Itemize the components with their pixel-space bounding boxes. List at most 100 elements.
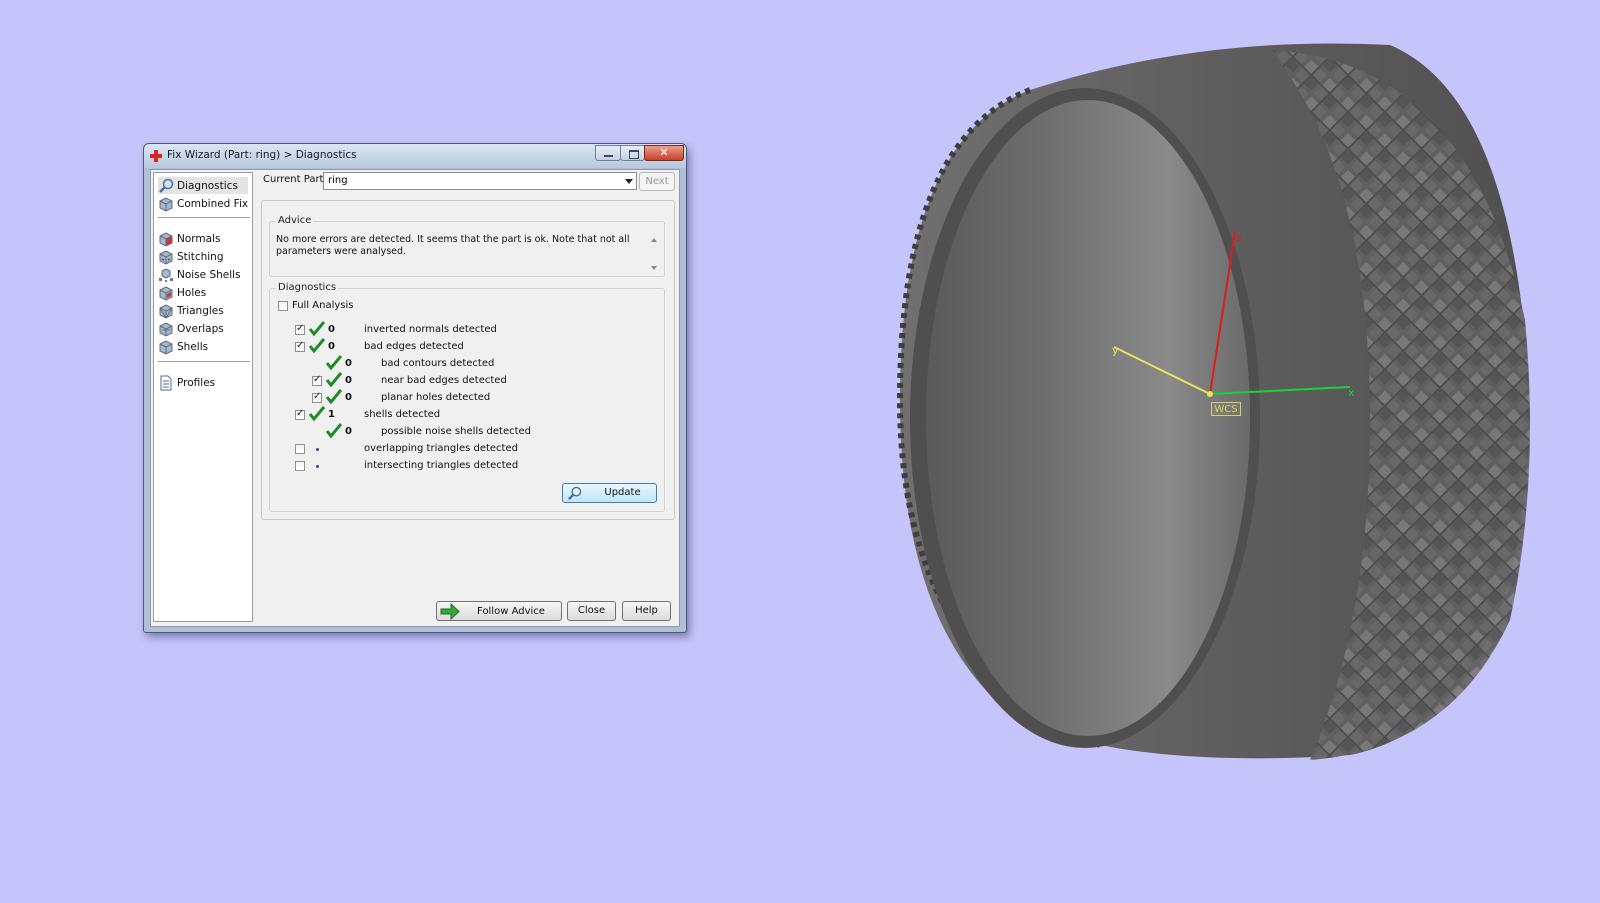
y-axis-label: y xyxy=(1112,344,1119,357)
nav-item-label: Normals xyxy=(177,232,221,245)
nav-item-holes[interactable]: Holes xyxy=(158,284,206,301)
follow-advice-button[interactable]: Follow Advice xyxy=(436,601,562,621)
nav-item-profiles[interactable]: Profiles xyxy=(158,374,215,391)
wcs-label: WCS xyxy=(1211,402,1241,416)
row-text: shells detected xyxy=(364,409,441,420)
nav-item-label: Stitching xyxy=(177,250,224,263)
nav-separator xyxy=(158,361,250,363)
minimize-button[interactable] xyxy=(595,145,621,161)
advice-title: Advice xyxy=(276,215,314,226)
green-check-icon xyxy=(326,423,342,439)
nav-item-label: Shells xyxy=(177,340,209,353)
ring-3d-model[interactable]: z y x xyxy=(870,20,1570,780)
title-bar[interactable]: Fix Wizard (Part: ring) > Diagnostics ✕ xyxy=(144,144,686,168)
origin-marker xyxy=(1207,391,1213,397)
maximize-icon xyxy=(629,150,639,159)
row-checkbox[interactable] xyxy=(295,444,305,454)
cube-icon xyxy=(159,196,173,212)
nav-item-normals[interactable]: Normals xyxy=(158,230,220,247)
green-check-icon xyxy=(326,372,342,388)
noise-shells-icon xyxy=(159,267,173,282)
holes-cube-icon xyxy=(159,285,173,301)
nav-item-diagnostics[interactable]: Diagnostics xyxy=(158,177,248,194)
nav-item-noise-shells[interactable]: Noise Shells xyxy=(158,266,241,283)
diagnostics-title: Diagnostics xyxy=(276,282,339,293)
row-text: overlapping triangles detected xyxy=(364,443,518,454)
close-button[interactable]: Close xyxy=(567,601,616,621)
update-button[interactable]: Update xyxy=(562,483,657,503)
magnifier-icon xyxy=(568,486,582,500)
row-text: bad contours detected xyxy=(381,358,495,369)
nav-item-overlaps[interactable]: Overlaps xyxy=(158,320,224,337)
nav-item-stitching[interactable]: Stitching xyxy=(158,248,223,265)
window-title: Fix Wizard (Part: ring) > Diagnostics xyxy=(167,149,357,161)
status-dot-icon xyxy=(316,465,319,468)
row-checkbox[interactable] xyxy=(312,391,322,403)
close-window-button[interactable]: ✕ xyxy=(644,145,684,161)
wizard-nav: Diagnostics Combined Fix Normals Stitchi… xyxy=(153,172,253,622)
current-part-label: Current Part: xyxy=(263,174,327,185)
row-count: 0 xyxy=(345,358,352,369)
row-text: planar holes detected xyxy=(381,392,491,403)
document-icon xyxy=(160,375,172,390)
row-checkbox[interactable] xyxy=(295,323,305,335)
green-check-icon xyxy=(326,355,342,371)
row-checkbox[interactable] xyxy=(295,461,305,471)
row-count: 0 xyxy=(345,392,352,403)
nav-item-combined-fix[interactable]: Combined Fix xyxy=(158,195,248,212)
red-cross-icon xyxy=(150,150,162,162)
green-check-icon xyxy=(326,389,342,405)
nav-item-label: Noise Shells xyxy=(177,268,241,281)
diag-row-near-bad-edges: 0 near bad edges detected xyxy=(270,372,660,389)
advice-group: Advice No more errors are detected. It s… xyxy=(269,215,665,277)
row-checkbox[interactable] xyxy=(295,340,305,352)
advice-text: No more errors are detected. It seems th… xyxy=(276,234,630,257)
chevron-down-icon xyxy=(625,179,633,184)
nav-item-label: Profiles xyxy=(177,376,216,389)
fix-wizard-dialog: Fix Wizard (Part: ring) > Diagnostics ✕ … xyxy=(143,143,687,633)
diagnostics-group: Diagnostics Full Analysis 0 inverted nor… xyxy=(269,282,665,512)
nav-item-label: Combined Fix xyxy=(177,197,249,210)
normals-cube-icon xyxy=(159,231,173,247)
current-part-select[interactable]: ring xyxy=(323,172,637,190)
follow-advice-label: Follow Advice xyxy=(477,606,545,617)
nav-item-shells[interactable]: Shells xyxy=(158,338,208,355)
nav-item-label: Triangles xyxy=(177,304,224,317)
row-text: intersecting triangles detected xyxy=(364,460,519,471)
next-button[interactable]: Next xyxy=(639,172,675,191)
triangles-cube-icon xyxy=(159,303,173,319)
diag-row-intersecting-triangles: intersecting triangles detected xyxy=(270,460,660,474)
green-check-icon xyxy=(309,321,325,337)
row-checkbox[interactable] xyxy=(295,408,305,420)
advice-scrollbar[interactable] xyxy=(648,236,660,272)
green-check-icon xyxy=(309,406,325,422)
help-button[interactable]: Help xyxy=(622,601,671,621)
row-count: 0 xyxy=(328,341,335,352)
diag-row-noise-shells: 0 possible noise shells detected xyxy=(270,423,660,440)
diag-row-overlapping-triangles: overlapping triangles detected xyxy=(270,443,660,457)
nav-item-label: Overlaps xyxy=(177,322,224,335)
full-analysis-checkbox[interactable] xyxy=(278,301,288,311)
nav-item-label: Holes xyxy=(177,286,207,299)
row-checkbox[interactable] xyxy=(312,374,322,386)
shells-cube-icon xyxy=(159,339,173,355)
diag-row-inverted-normals: 0 inverted normals detected xyxy=(270,321,660,338)
magnifier-icon xyxy=(159,178,174,193)
row-text: possible noise shells detected xyxy=(381,426,532,437)
row-count: 0 xyxy=(345,426,352,437)
update-label: Update xyxy=(604,487,641,498)
z-axis-label: z xyxy=(1236,231,1242,244)
green-arrow-icon xyxy=(440,603,460,620)
row-text: bad edges detected xyxy=(364,341,464,352)
diag-row-planar-holes: 0 planar holes detected xyxy=(270,389,660,406)
diagnostics-panel: Advice No more errors are detected. It s… xyxy=(261,200,675,520)
overlaps-cube-icon xyxy=(159,321,173,337)
nav-item-triangles[interactable]: Triangles xyxy=(158,302,224,319)
diag-row-bad-edges: 0 bad edges detected xyxy=(270,338,660,355)
stitching-cube-icon xyxy=(159,249,173,265)
dialog-client-area: Diagnostics Combined Fix Normals Stitchi… xyxy=(150,169,680,627)
row-text: inverted normals detected xyxy=(364,324,497,335)
maximize-button[interactable] xyxy=(620,145,645,161)
nav-separator xyxy=(158,217,250,219)
row-count: 0 xyxy=(328,324,335,335)
